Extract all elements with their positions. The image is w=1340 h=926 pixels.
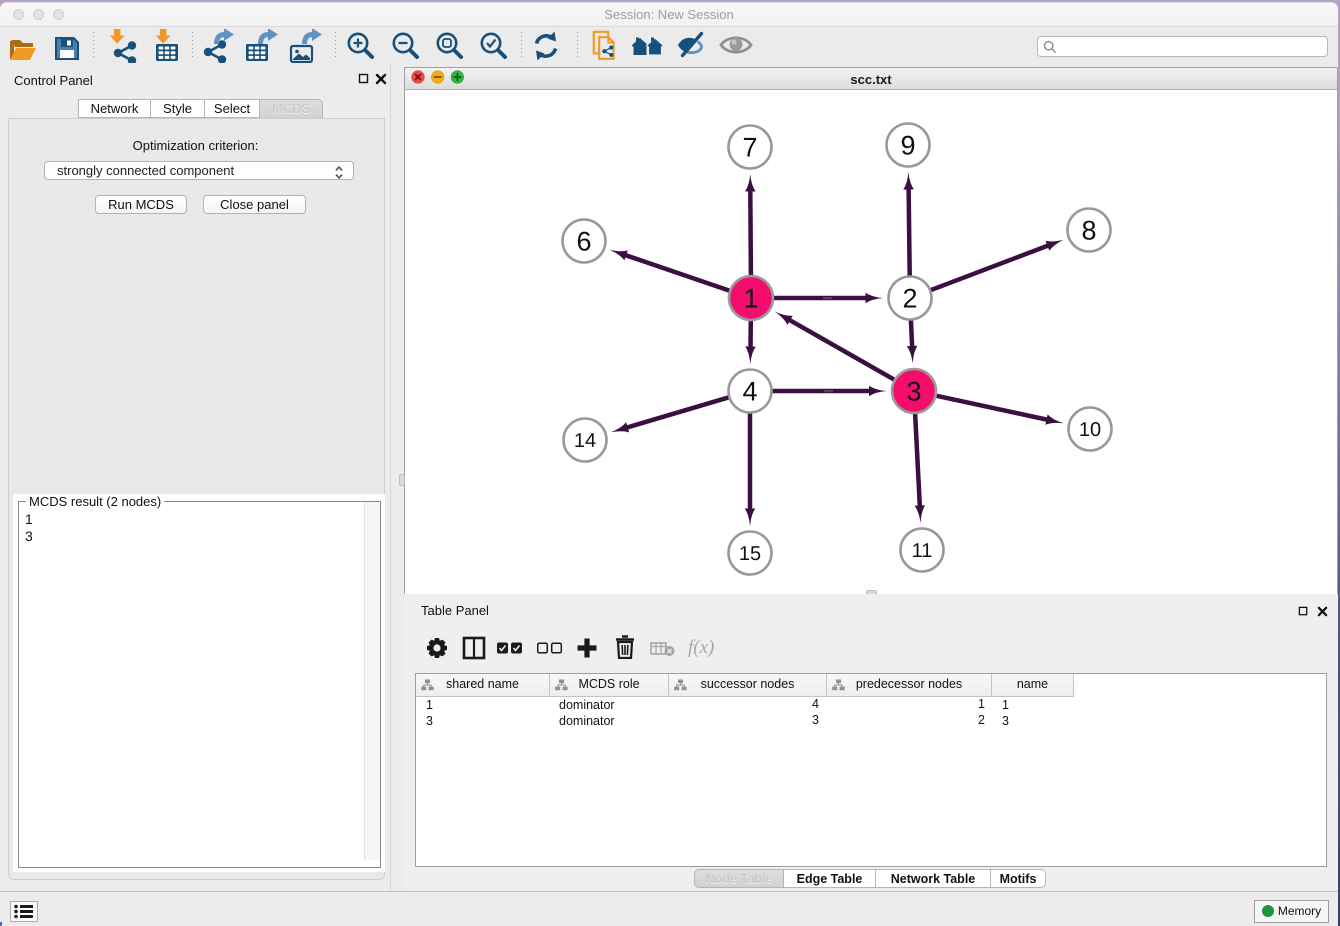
svg-text:3: 3: [906, 377, 921, 407]
svg-text:6: 6: [576, 227, 591, 257]
svg-text:4: 4: [742, 377, 757, 407]
svg-text:14: 14: [574, 430, 596, 452]
svg-text:8: 8: [1081, 216, 1096, 246]
svg-text:9: 9: [900, 131, 915, 161]
svg-text:10: 10: [1079, 419, 1101, 441]
svg-text:2: 2: [902, 284, 917, 314]
svg-text:7: 7: [742, 133, 757, 163]
svg-text:15: 15: [739, 543, 761, 565]
svg-text:1: 1: [743, 284, 758, 314]
svg-text:11: 11: [912, 540, 933, 562]
